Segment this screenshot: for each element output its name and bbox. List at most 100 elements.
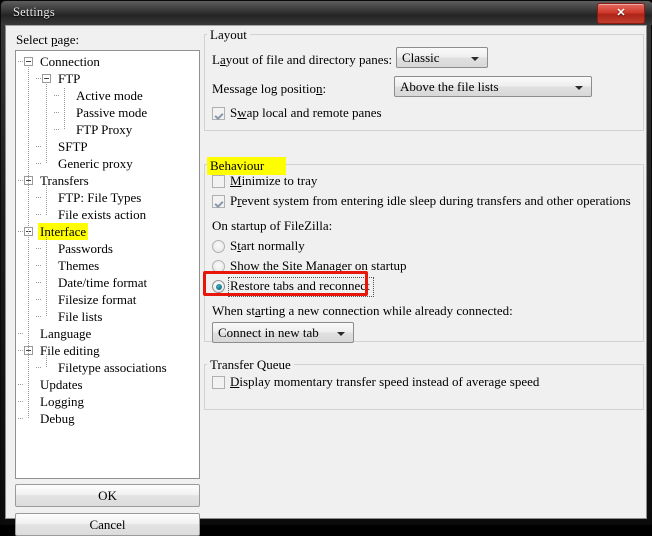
tree-item-label: Date/time format <box>58 275 148 290</box>
tree-item-label: Active mode <box>76 88 143 103</box>
chevron-down-icon <box>575 86 583 90</box>
tree-item-label: SFTP <box>58 139 88 154</box>
tree-item-label: FTP Proxy <box>76 122 133 137</box>
tree-connector <box>36 282 42 283</box>
chevron-down-icon <box>471 57 479 61</box>
close-icon: ✕ <box>616 7 626 19</box>
tree-connector <box>36 146 42 147</box>
radio-start-normally[interactable] <box>212 240 225 253</box>
tree-connector <box>18 384 24 385</box>
tree-item-themes[interactable]: Themes <box>56 257 101 274</box>
tree-item-file-lists[interactable]: File lists <box>56 308 104 325</box>
tree-connector <box>36 299 42 300</box>
tree-item-label: Filetype associations <box>58 360 167 375</box>
tree-connector <box>36 367 42 368</box>
tree-connector <box>18 401 24 402</box>
tree-item-label: Debug <box>40 411 75 426</box>
tree-item-filetype-associations[interactable]: Filetype associations <box>56 359 169 376</box>
tree-item-label: FTP <box>58 71 81 86</box>
select-page-label: Select page: <box>16 32 80 47</box>
radio-start-normally-label: Start normally <box>230 238 305 253</box>
tree-item-label: Connection <box>40 54 100 69</box>
tree-connector <box>36 248 42 249</box>
message-log-label: Message log position: <box>212 81 327 96</box>
radio-site-manager-label: Show the Site Manager on startup <box>230 258 407 273</box>
tree-item-debug[interactable]: Debug <box>38 410 77 427</box>
tree-item-filesize-format[interactable]: Filesize format <box>56 291 138 308</box>
tree-item-generic-proxy[interactable]: Generic proxy <box>56 155 135 172</box>
minimize-tray-checkbox[interactable] <box>212 175 225 188</box>
page-tree[interactable]: Connection FTP Active mode Passive mode FTP … <box>15 50 200 479</box>
tree-guide-line <box>46 82 47 164</box>
tree-connector <box>36 197 42 198</box>
radio-restore-tabs-label: Restore tabs and reconnect <box>230 278 370 293</box>
tree-item-ftp-file-types[interactable]: FTP: File Types <box>56 189 143 206</box>
tree-item-label: File exists action <box>58 207 147 222</box>
tree-item-file-exists-action[interactable]: File exists action <box>56 206 148 223</box>
settings-window: Settings ✕ Select page: Connection FTP Act… <box>0 0 652 536</box>
tree-item-label: Filesize format <box>58 292 137 307</box>
layout-panes-value: Classic <box>402 50 440 65</box>
tree-connector <box>36 316 42 317</box>
tree-guide-line <box>28 65 29 419</box>
new-connection-value: Connect in new tab <box>218 325 319 340</box>
tree-connector <box>54 129 60 130</box>
tree-item-file-editing[interactable]: File editing <box>38 342 102 359</box>
transfer-queue-group-title: Transfer Queue <box>207 357 294 373</box>
tree-connector <box>36 265 42 266</box>
tree-item-ftp[interactable]: FTP <box>56 70 82 87</box>
tree-guide-line <box>46 354 47 368</box>
new-connection-label: When starting a new connection while alr… <box>212 303 513 318</box>
tree-item-label: Passive mode <box>76 105 148 120</box>
momentary-speed-label: Display momentary transfer speed instead… <box>230 374 540 389</box>
tree-connector <box>54 95 60 96</box>
close-button[interactable]: ✕ <box>597 3 645 24</box>
message-log-select[interactable]: Above the file lists <box>394 76 592 97</box>
tree-guide-line <box>64 88 65 130</box>
tree-guide-line <box>46 184 47 215</box>
layout-panes-label: Layout of file and directory panes: <box>212 52 393 67</box>
layout-panes-select[interactable]: Classic <box>396 47 488 68</box>
tree-item-language[interactable]: Language <box>38 325 93 342</box>
tree-item-label: File editing <box>40 343 100 358</box>
tree-item-connection[interactable]: Connection <box>38 53 102 70</box>
tree-item-label: Language <box>40 326 92 341</box>
prevent-sleep-checkbox[interactable] <box>212 195 225 208</box>
radio-restore-tabs[interactable] <box>212 280 225 293</box>
tree-connector <box>36 163 42 164</box>
tree-item-ftp-proxy[interactable]: FTP Proxy <box>74 121 134 138</box>
swap-panes-checkbox[interactable] <box>212 107 225 120</box>
tree-item-label: Themes <box>58 258 100 273</box>
tree-item-label: Passwords <box>58 241 113 256</box>
layout-group-title: Layout <box>207 27 250 43</box>
ok-button[interactable]: OK <box>15 484 200 507</box>
momentary-speed-checkbox[interactable] <box>212 376 225 389</box>
tree-connector <box>54 112 60 113</box>
tree-item-label: FTP: File Types <box>58 190 142 205</box>
message-log-value: Above the file lists <box>400 79 499 94</box>
new-connection-select[interactable]: Connect in new tab <box>212 322 354 343</box>
startup-label: On startup of FileZilla: <box>212 218 333 233</box>
tree-item-passwords[interactable]: Passwords <box>56 240 115 257</box>
window-title: Settings <box>13 5 55 19</box>
tree-item-logging[interactable]: Logging <box>38 393 86 410</box>
tree-item-sftp[interactable]: SFTP <box>56 138 90 155</box>
tree-connector <box>18 333 24 334</box>
tree-item-active-mode[interactable]: Active mode <box>74 87 145 104</box>
minimize-tray-label: Minimize to tray <box>230 173 318 188</box>
tree-connector <box>18 418 24 419</box>
tree-item-label: Generic proxy <box>58 156 133 171</box>
tree-item-label: File lists <box>58 309 103 324</box>
tree-item-passive-mode[interactable]: Passive mode <box>74 104 149 121</box>
tree-item-label: Updates <box>40 377 83 392</box>
prevent-sleep-label: Prevent system from entering idle sleep … <box>230 193 631 208</box>
chevron-down-icon <box>337 332 345 336</box>
tree-item-label: Logging <box>40 394 85 409</box>
title-bar: Settings ✕ <box>1 1 652 25</box>
tree-item-updates[interactable]: Updates <box>38 376 85 393</box>
tree-item-date-time-format[interactable]: Date/time format <box>56 274 149 291</box>
dialog-client-area: Select page: Connection FTP Active mode Pas… <box>5 25 647 536</box>
settings-panel: Layout Layout of file and directory pane… <box>203 26 646 518</box>
radio-site-manager[interactable] <box>212 260 225 273</box>
tree-guide-line <box>46 235 47 317</box>
